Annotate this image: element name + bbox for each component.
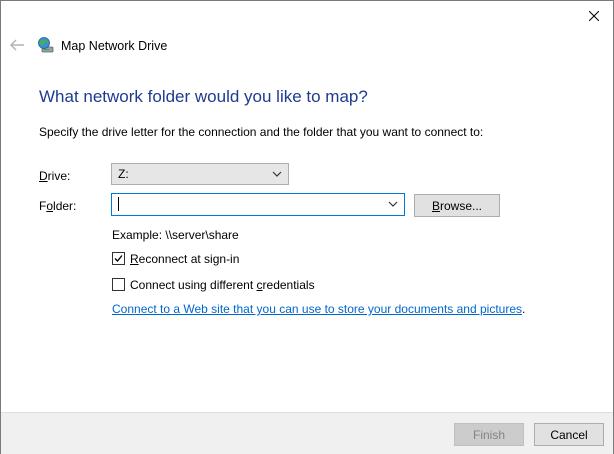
folder-combobox[interactable]	[111, 193, 405, 216]
finish-button[interactable]: Finish	[454, 423, 524, 446]
drive-select[interactable]: Z:	[111, 163, 289, 185]
map-network-drive-window: Map Network Drive What network folder wo…	[0, 0, 614, 454]
page-heading: What network folder would you like to ma…	[39, 87, 368, 106]
reconnect-checkbox[interactable]	[112, 252, 125, 265]
reconnect-checkbox-row[interactable]: Reconnect at sign-in	[112, 251, 252, 267]
web-site-link[interactable]: Connect to a Web site that you can use t…	[112, 302, 522, 316]
credentials-checkbox-row[interactable]: Connect using different credentials	[112, 277, 322, 293]
web-site-link-row: Connect to a Web site that you can use t…	[112, 302, 525, 316]
folder-label: Folder:	[39, 199, 77, 213]
credentials-label: Connect using different credentials	[130, 278, 315, 292]
window-title: Map Network Drive	[61, 39, 168, 53]
instructions-text: Specify the drive letter for the connect…	[39, 125, 484, 139]
drive-label: Drive:	[39, 169, 71, 183]
button-footer: Finish Cancel	[1, 412, 613, 454]
drive-select-value: Z:	[118, 167, 129, 181]
back-arrow-icon	[9, 38, 24, 51]
browse-button[interactable]: Browse...	[414, 194, 500, 217]
reconnect-label: Reconnect at sign-in	[130, 252, 240, 266]
close-icon	[589, 11, 599, 21]
chevron-down-icon[interactable]	[388, 201, 398, 207]
back-button[interactable]	[7, 37, 27, 55]
checkmark-icon	[114, 255, 123, 262]
credentials-checkbox[interactable]	[112, 278, 125, 291]
folder-input[interactable]	[115, 196, 375, 212]
close-button[interactable]	[579, 5, 609, 27]
network-drive-icon	[38, 37, 54, 53]
text-caret	[118, 197, 119, 211]
chevron-down-icon	[272, 171, 282, 177]
cancel-button[interactable]: Cancel	[534, 423, 604, 446]
example-text: Example: \\server\share	[112, 228, 239, 242]
link-period: .	[522, 302, 526, 316]
